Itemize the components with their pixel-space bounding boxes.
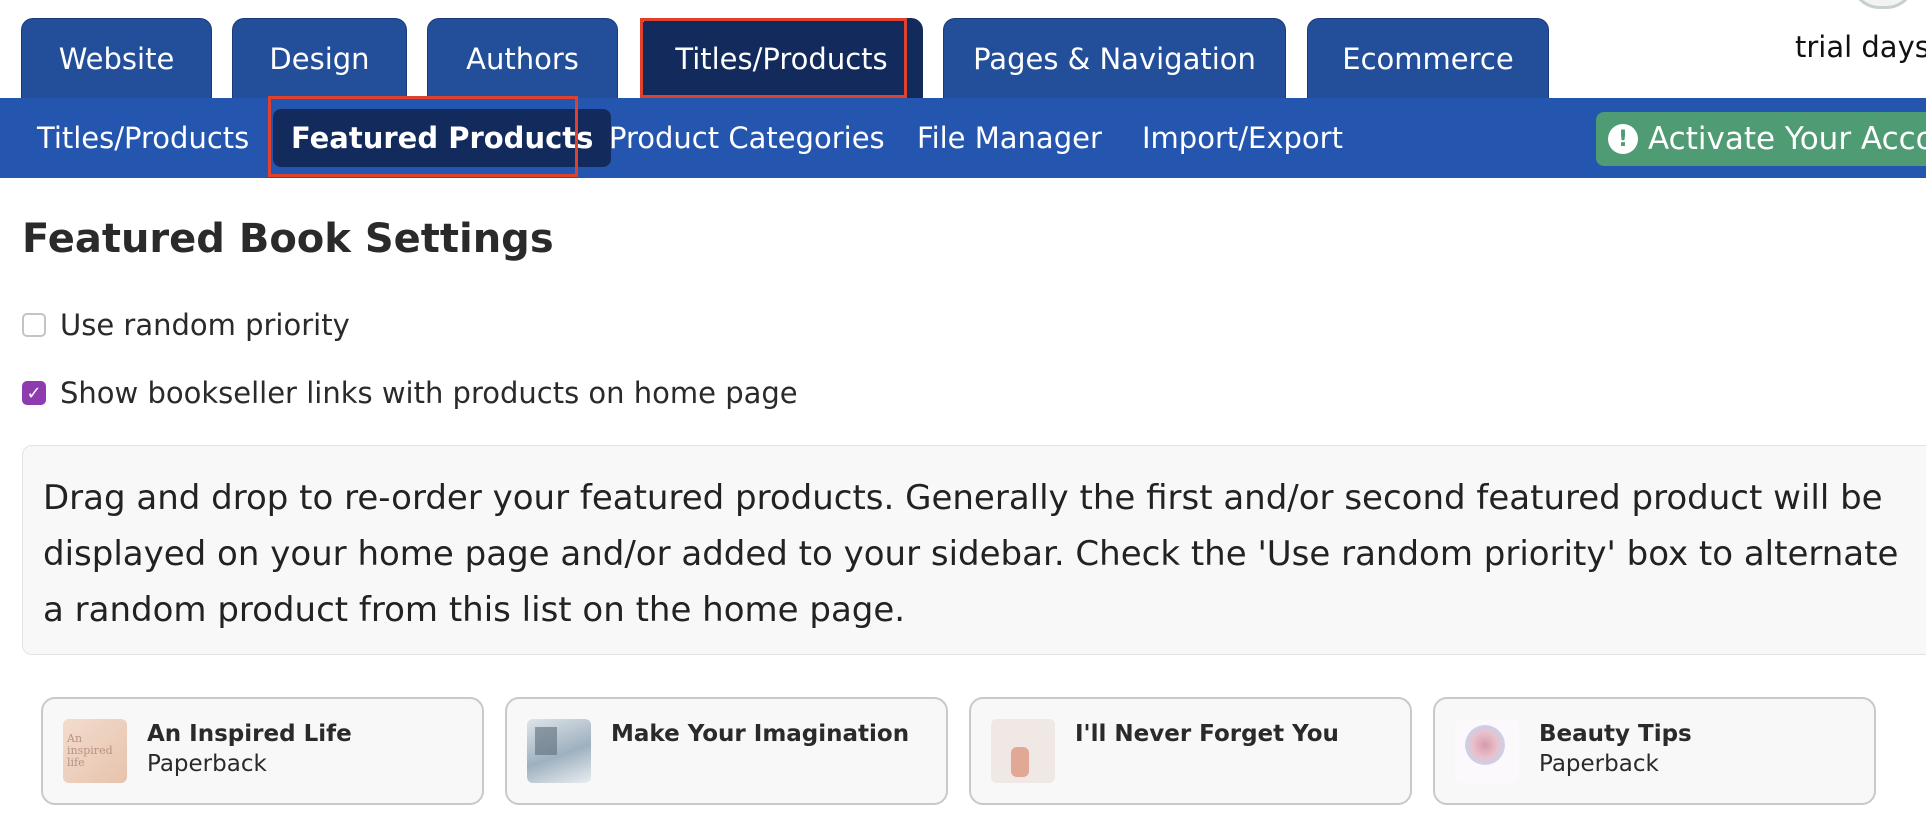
subnav-label: Titles/Products	[37, 121, 250, 155]
subnav-titles-products[interactable]: Titles/Products	[37, 98, 249, 178]
book-cover-thumbnail	[991, 719, 1055, 783]
product-card[interactable]: An inspired life An Inspired Life Paperb…	[41, 697, 484, 805]
tab-authors[interactable]: Authors	[427, 18, 618, 98]
main-tab-bar: Website Design Authors Titles/Products P…	[0, 0, 1926, 98]
subnav-label: File Manager	[917, 121, 1102, 155]
tab-design[interactable]: Design	[232, 18, 407, 98]
product-card[interactable]: Beauty Tips Paperback	[1433, 697, 1876, 805]
sub-navigation: Titles/Products Featured Products Produc…	[0, 96, 1926, 178]
book-cover-thumbnail: An inspired life	[63, 719, 127, 783]
activate-account-button[interactable]: ! Activate Your Accou	[1596, 112, 1926, 166]
tab-label: Design	[269, 41, 370, 76]
random-priority-label: Use random priority	[60, 308, 350, 342]
product-title: Beauty Tips	[1539, 721, 1692, 747]
random-priority-checkbox[interactable]	[22, 313, 46, 337]
info-notice: Drag and drop to re-order your featured …	[22, 445, 1926, 655]
product-title: I'll Never Forget You	[1075, 721, 1339, 747]
tab-pages-navigation[interactable]: Pages & Navigation	[943, 18, 1286, 98]
alert-icon: !	[1608, 124, 1638, 154]
subnav-label: Featured Products	[291, 121, 594, 155]
subnav-label: Import/Export	[1142, 121, 1343, 155]
bookseller-links-option[interactable]: ✓ Show bookseller links with products on…	[22, 376, 798, 410]
product-title: An Inspired Life	[147, 721, 352, 747]
subnav-product-categories[interactable]: Product Categories	[609, 98, 885, 178]
tab-label: Pages & Navigation	[973, 41, 1256, 76]
tab-website[interactable]: Website	[21, 18, 212, 98]
subnav-file-manager[interactable]: File Manager	[917, 98, 1102, 178]
trial-days-text: trial days	[1795, 30, 1926, 64]
product-format: Paperback	[147, 751, 267, 777]
product-card[interactable]: I'll Never Forget You	[969, 697, 1412, 805]
random-priority-option[interactable]: Use random priority	[22, 308, 350, 342]
notice-text: Drag and drop to re-order your featured …	[43, 478, 1899, 630]
avatar[interactable]	[1850, 0, 1916, 9]
product-format: Paperback	[1539, 751, 1659, 777]
tab-label: Titles/Products	[675, 41, 888, 76]
tab-label: Ecommerce	[1342, 41, 1514, 76]
activate-label: Activate Your Accou	[1648, 121, 1926, 157]
tab-titles-products[interactable]: Titles/Products	[640, 18, 923, 98]
subnav-featured-products[interactable]: Featured Products	[273, 109, 612, 167]
tab-label: Authors	[466, 41, 579, 76]
bookseller-links-checkbox[interactable]: ✓	[22, 381, 46, 405]
subnav-import-export[interactable]: Import/Export	[1142, 98, 1343, 178]
subnav-label: Product Categories	[609, 121, 885, 155]
tab-ecommerce[interactable]: Ecommerce	[1307, 18, 1549, 98]
cover-text: An inspired life	[67, 732, 113, 769]
book-cover-thumbnail	[1455, 719, 1519, 783]
tab-label: Website	[58, 41, 175, 76]
product-card[interactable]: Make Your Imagination	[505, 697, 948, 805]
bookseller-links-label: Show bookseller links with products on h…	[60, 376, 798, 410]
page-title: Featured Book Settings	[22, 216, 554, 262]
product-title: Make Your Imagination	[611, 721, 910, 747]
book-cover-thumbnail	[527, 719, 591, 783]
